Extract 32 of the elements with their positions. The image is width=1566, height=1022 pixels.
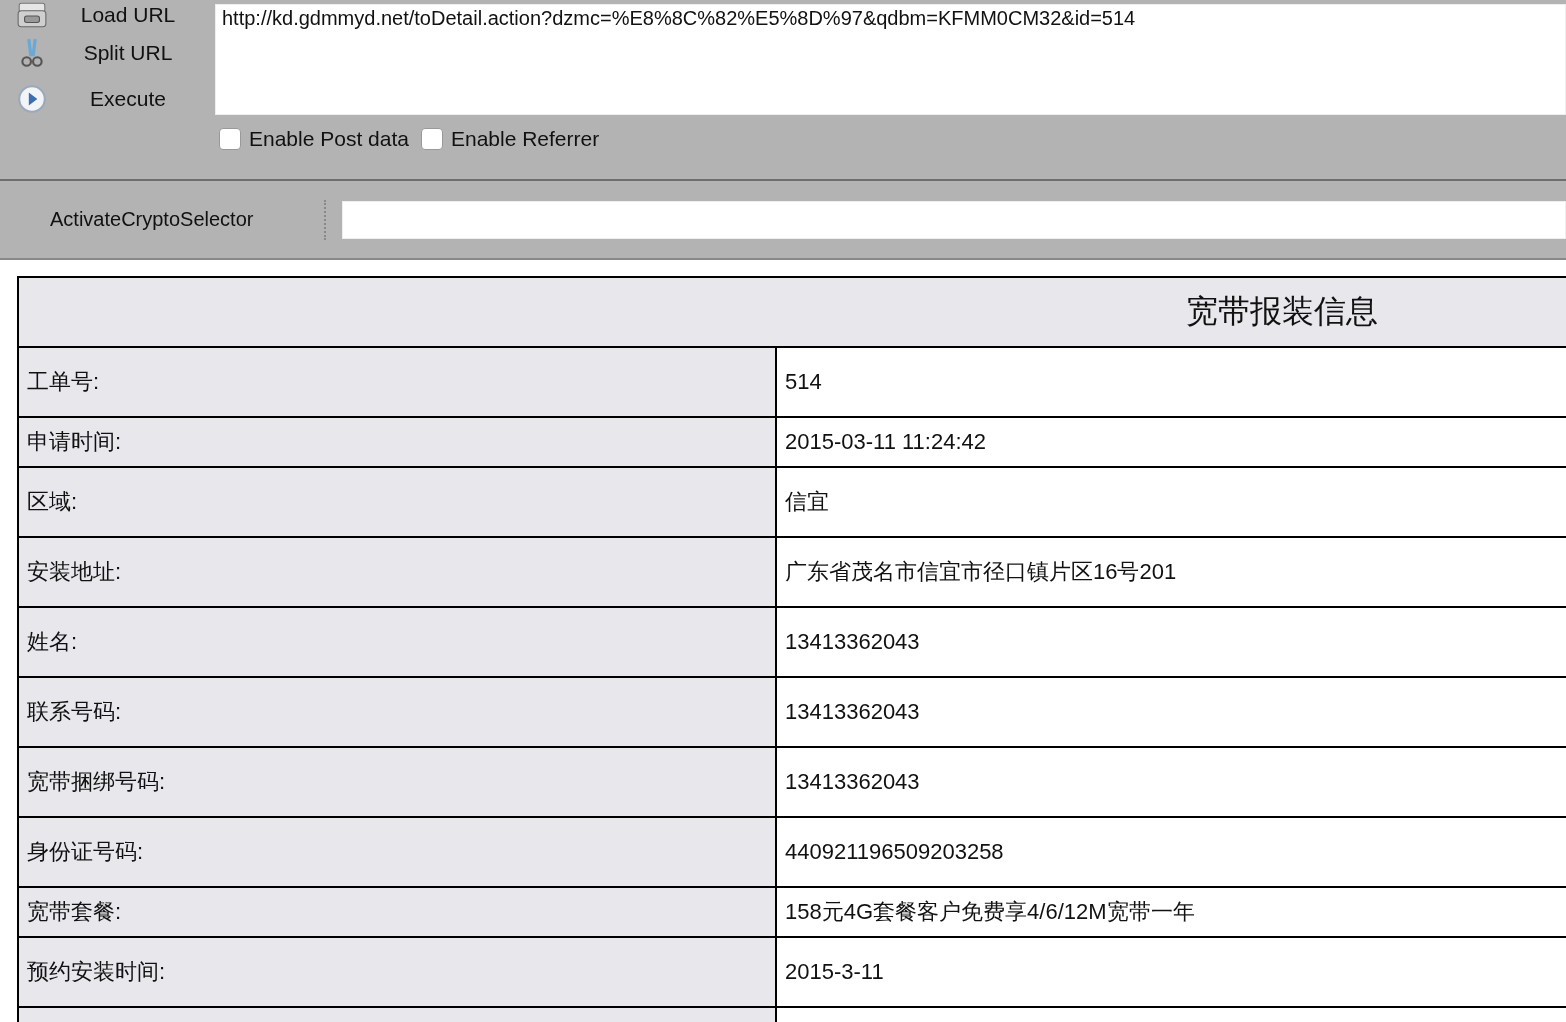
table-cell: 预约安装时间: <box>18 937 776 1007</box>
table-cell: 申请时间: <box>18 417 776 467</box>
table-cell: 联系号码: <box>18 677 776 747</box>
table-cell: 身份证号码: <box>18 817 776 887</box>
checkbox[interactable] <box>219 128 241 150</box>
play-icon[interactable] <box>16 83 48 115</box>
crypto-input-field[interactable] <box>342 200 1566 239</box>
table-cell: 安装地址: <box>18 537 776 607</box>
toolbar-button[interactable]: Split URL <box>68 41 188 65</box>
table-cell: 广东省茂名市信宜市径口镇片区16号201 <box>776 537 1566 607</box>
toolbar-button[interactable]: Execute <box>68 87 188 111</box>
table-cell: 宽带套餐: <box>18 887 776 937</box>
checkbox-label: Enable Referrer <box>450 127 600 151</box>
table-cell: 158元4G套餐客户免费享4/6/12M宽带一年 <box>776 887 1566 937</box>
crypto-selector-label: ActivateCryptoSelector <box>49 208 255 231</box>
table-cell: 工单号: <box>18 347 776 417</box>
url-field[interactable]: http://kd.gdmmyd.net/toDetail.action?dzmc=%E8%8C%82%E5%8D%97&qdbm=KFMM0CM32&id=514 <box>215 4 1566 115</box>
table-cell: 13413362043 <box>776 677 1566 747</box>
table-cell: 2015-3-11 <box>776 937 1566 1007</box>
table-cell: 13413362043 <box>776 607 1566 677</box>
table-cell: 区域: <box>18 467 776 537</box>
checkbox[interactable] <box>420 128 443 150</box>
table-cell: 宽带捆绑号码: <box>18 747 776 817</box>
table-cell: 440921196509203258 <box>776 817 1566 887</box>
table-cell: 2015-03-11 11:24:42 <box>776 417 1566 467</box>
table-cell: 514 <box>776 347 1566 417</box>
table-cell: 姓名: <box>18 607 776 677</box>
toolbar-button[interactable]: Load URL <box>68 3 188 27</box>
table-cell: 信宜 <box>776 467 1566 537</box>
table-title: 宽带报装信息 <box>18 277 1566 347</box>
checkbox-label: Enable Post data <box>249 127 409 151</box>
table-cell: 13413362043 <box>776 747 1566 817</box>
